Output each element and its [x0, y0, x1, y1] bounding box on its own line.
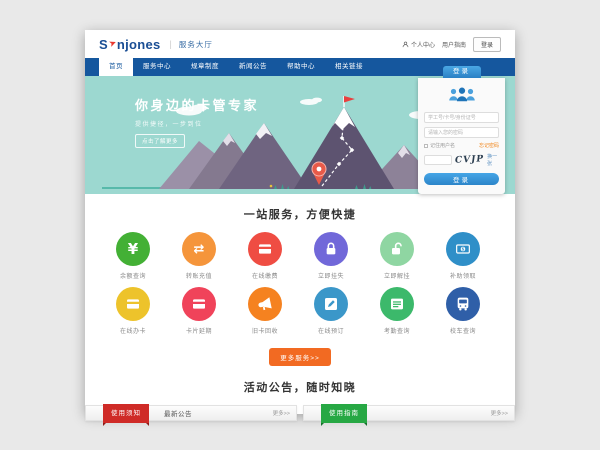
hero-text: 你身边的卡管专家 提供捷径，一步到位 点击了解更多 [135, 95, 259, 148]
remember-label: 记住用户名 [430, 142, 455, 149]
hero-cta-button[interactable]: 点击了解更多 [135, 134, 185, 148]
service-item[interactable]: $ 补助领取 [430, 232, 496, 280]
service-label: 补助领取 [430, 271, 496, 280]
service-label: 校车查询 [430, 326, 496, 335]
service-item[interactable]: 立即挂失 [298, 232, 364, 280]
captcha-row: CVJP 换一张 [424, 153, 499, 167]
service-label: 卡片延期 [166, 326, 232, 335]
service-item[interactable]: 在线缴费 [232, 232, 298, 280]
yuan-icon: ¥ [116, 232, 150, 266]
logo: S➤njones [99, 37, 161, 52]
forgot-password-link[interactable]: 忘记密码 [479, 142, 499, 149]
bus-icon [446, 287, 480, 321]
card-icon [116, 287, 150, 321]
service-item[interactable]: 考勤查询 [364, 287, 430, 335]
nav-item[interactable]: 相关链接 [325, 58, 373, 76]
service-label: 在线缴费 [232, 271, 298, 280]
notice-tab-bar: 使用须知 最新公告 更多>> [85, 405, 297, 421]
services-title: 一站服务，方便快捷 [85, 206, 515, 222]
card-icon [182, 287, 216, 321]
service-item[interactable]: 卡片延期 [166, 287, 232, 335]
hero-banner: 你身边的卡管专家 提供捷径，一步到位 点击了解更多 登录 [85, 76, 515, 194]
service-label: 在线办卡 [100, 326, 166, 335]
header: S➤njones | 服务大厅 个人中心 用户指南 登录 [85, 30, 515, 58]
service-label: 考勤查询 [364, 326, 430, 335]
remember-checkbox[interactable]: 记住用户名 [424, 142, 455, 149]
more-services-button[interactable]: 更多服务>> [269, 348, 331, 366]
service-label: 在线预订 [298, 326, 364, 335]
guide-more-link[interactable]: 更多>> [491, 409, 508, 417]
transfer-icon: ⇄ [182, 232, 216, 266]
notice-panel: 使用须知 最新公告 更多>> [85, 405, 297, 421]
person-icon [402, 41, 409, 48]
header-right: 个人中心 用户指南 登录 [402, 37, 501, 52]
service-item[interactable]: 立即解挂 [364, 232, 430, 280]
hero-subtitle: 提供捷径，一步到位 [135, 119, 259, 128]
guide-tab-bar: 使用指南 更多>> [303, 405, 515, 421]
service-label: 立即挂失 [298, 271, 364, 280]
header-login-button[interactable]: 登录 [473, 37, 501, 52]
login-submit-button[interactable]: 登录 [424, 173, 499, 185]
services-section: 一站服务，方便快捷 ¥ 余额查询 ⇄ 转账充值在线缴费立即挂失立即解挂 $ 补助领取在线办… [85, 194, 515, 366]
services-grid: ¥ 余额查询 ⇄ 转账充值在线缴费立即挂失立即解挂 $ 补助领取在线办卡卡片延期旧卡回收在… [100, 232, 500, 342]
tab-usage-notice[interactable]: 使用须知 [103, 404, 149, 423]
tab-latest-announcements[interactable]: 最新公告 [164, 408, 192, 418]
guide-panel: 使用指南 更多>> [303, 405, 515, 421]
flag-icon [344, 96, 355, 103]
service-item[interactable]: ⇄ 转账充值 [166, 232, 232, 280]
hero-title: 你身边的卡管专家 [135, 95, 259, 114]
header-link-guide[interactable]: 用户指南 [442, 40, 466, 49]
service-item[interactable]: 在线预订 [298, 287, 364, 335]
header-divider: | [170, 39, 172, 49]
nav-item[interactable]: 帮助中心 [277, 58, 325, 76]
lock-icon [314, 232, 348, 266]
captcha-image[interactable]: CVJP [455, 154, 485, 166]
page: S➤njones | 服务大厅 个人中心 用户指南 登录 首页服务中心规章制度新… [85, 30, 515, 414]
header-link-label: 个人中心 [411, 40, 435, 49]
unlock-icon [380, 232, 414, 266]
service-item[interactable]: 校车查询 [430, 287, 496, 335]
edit-icon [314, 287, 348, 321]
checkbox-icon [424, 144, 428, 148]
site-title: 服务大厅 [179, 39, 213, 50]
service-item[interactable]: 旧卡回收 [232, 287, 298, 335]
service-item[interactable]: ¥ 余额查询 [100, 232, 166, 280]
password-input[interactable] [424, 127, 499, 138]
banknote-icon: $ [446, 232, 480, 266]
nav-item[interactable]: 规章制度 [181, 58, 229, 76]
header-link-label: 用户指南 [442, 40, 466, 49]
nav-item[interactable]: 首页 [99, 58, 133, 76]
megaphone-icon [248, 287, 282, 321]
header-link-personal[interactable]: 个人中心 [402, 40, 435, 49]
service-label: 转账充值 [166, 271, 232, 280]
nav-item[interactable]: 新闻公告 [229, 58, 277, 76]
list-icon [380, 287, 414, 321]
login-panel: 登录 记住用户名 [418, 78, 505, 194]
service-label: 余额查询 [100, 271, 166, 280]
announcements-title: 活动公告，随时知晓 [85, 379, 515, 395]
logo-text-2: njones [117, 37, 161, 52]
service-item[interactable]: 在线办卡 [100, 287, 166, 335]
announcement-panels: 使用须知 最新公告 更多>> 使用指南 更多>> [85, 405, 515, 421]
captcha-refresh-link[interactable]: 换一张 [487, 153, 499, 167]
card-icon [248, 232, 282, 266]
captcha-input[interactable] [424, 155, 452, 165]
tab-usage-guide[interactable]: 使用指南 [321, 404, 367, 423]
username-input[interactable] [424, 112, 499, 123]
nav-item[interactable]: 服务中心 [133, 58, 181, 76]
service-label: 旧卡回收 [232, 326, 298, 335]
service-label: 立即解挂 [364, 271, 430, 280]
login-form: 记住用户名 忘记密码 CVJP 换一张 登录 [418, 78, 505, 194]
notice-more-link[interactable]: 更多>> [273, 409, 290, 417]
login-tab[interactable]: 登录 [443, 66, 481, 78]
users-icon [424, 86, 499, 108]
announcements-section: 活动公告，随时知晓 使用须知 最新公告 更多>> 使用指南 更多>> [85, 366, 515, 421]
login-options-row: 记住用户名 忘记密码 [424, 142, 499, 149]
